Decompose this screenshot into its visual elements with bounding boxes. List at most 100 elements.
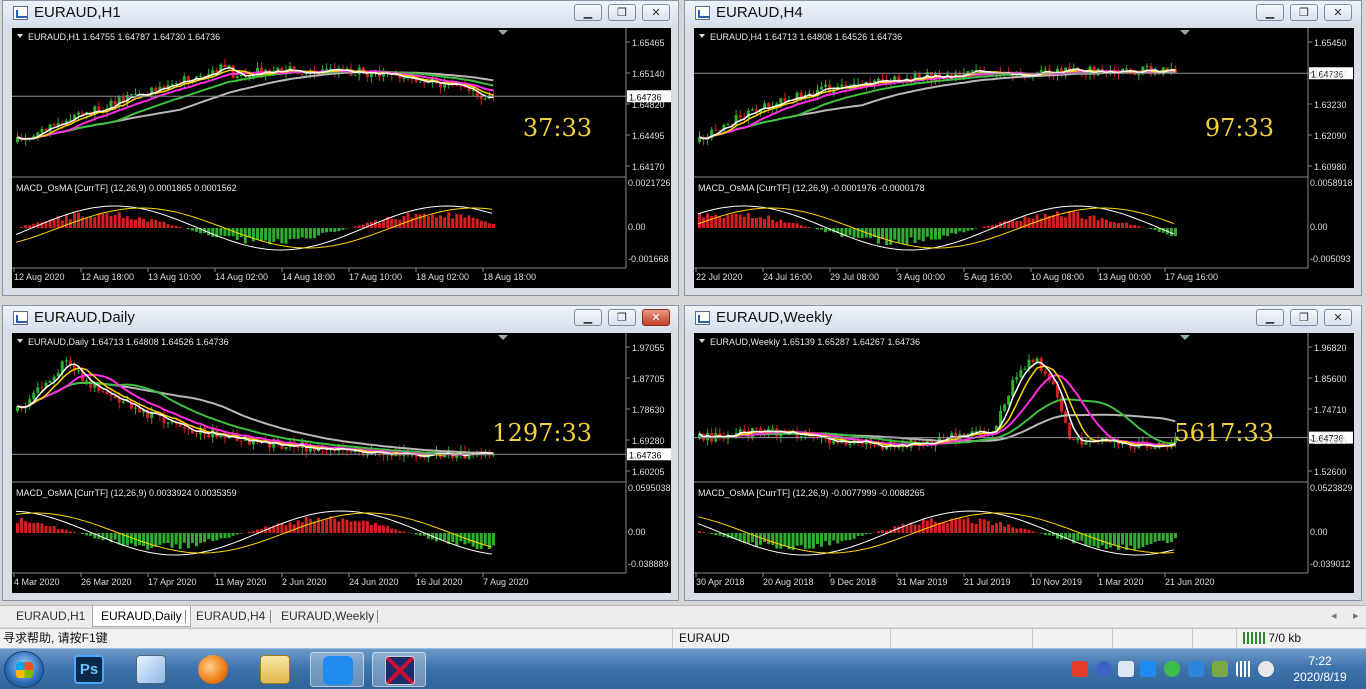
macd-histogram-bar [876, 228, 880, 244]
tab-euraud-daily[interactable]: EURAUD,Daily [92, 606, 191, 627]
chart-background [12, 28, 671, 288]
candle-body [439, 83, 443, 88]
pen-tray-icon[interactable] [1140, 661, 1156, 677]
network-icon[interactable] [1236, 661, 1252, 677]
macd-histogram-bar [251, 228, 255, 242]
restore-button[interactable]: ❐ [608, 4, 636, 21]
candle-body [897, 447, 901, 449]
macd-histogram-bar [1108, 533, 1112, 548]
chart-canvas[interactable]: 1.64736 1.97055 1.87705 1.78630 1.69280 1.602… [12, 333, 671, 593]
candle-body [1051, 380, 1055, 385]
macd-histogram-bar [1007, 524, 1011, 533]
sogou-ime-icon[interactable] [1072, 661, 1088, 677]
tab-euraud-weekly[interactable]: EURAUD,Weekly [273, 606, 382, 627]
chart-window-weekly[interactable]: EURAUD,Weekly ▁ ❐ ✕ 1.64736 1.96820 1.8560… [684, 305, 1362, 601]
macd-histogram-bar [954, 228, 958, 234]
chart-canvas[interactable]: 1.64736 1.65465 1.65140 1.64820 1.64495 1.641… [12, 28, 671, 288]
macd-histogram-bar [251, 531, 255, 533]
macd-histogram-bar [398, 530, 402, 533]
taskbar-metatrader[interactable] [372, 652, 426, 687]
tab-euraud-h4[interactable]: EURAUD,H4 [188, 606, 273, 627]
close-button[interactable]: ✕ [642, 309, 670, 326]
taskbar-clock[interactable]: 7:22 2020/8/19 [1280, 653, 1360, 685]
window-titlebar[interactable]: EURAUD,H1 ▁ ❐ ✕ [3, 1, 678, 25]
chart-canvas[interactable]: 1.64736 1.65450 1.64340 1.63230 1.62090 1.609… [694, 28, 1354, 288]
macd-histogram-bar [284, 228, 288, 244]
macd-histogram-bar [105, 213, 109, 228]
restore-button[interactable]: ❐ [1290, 309, 1318, 326]
start-button-icon[interactable] [4, 651, 44, 688]
macd-histogram-bar [475, 218, 479, 228]
time-tick-label: 17 Aug 16:00 [1165, 272, 1218, 282]
chart-window-daily[interactable]: EURAUD,Daily ▁ ❐ ✕ 1.64736 1.97055 1.87705… [2, 305, 679, 601]
chart-window-h4[interactable]: EURAUD,H4 ▁ ❐ ✕ 1.64736 1.65450 1.64340 1.6… [684, 0, 1362, 296]
candle-body [1084, 442, 1088, 445]
candle-body [1031, 359, 1035, 363]
chart-window-h1[interactable]: EURAUD,H1 ▁ ❐ ✕ 1.64736 1.65465 1.65140 1.6… [2, 0, 679, 296]
taskbar-browser[interactable] [186, 652, 240, 687]
chart-canvas[interactable]: 1.64736 1.96820 1.85600 1.74710 1.63490 1.526… [694, 333, 1354, 593]
candle-body [353, 74, 357, 76]
macd-histogram-bar [807, 227, 811, 228]
window-titlebar[interactable]: EURAUD,H4 ▁ ❐ ✕ [685, 1, 1361, 25]
macd-histogram-bar [361, 520, 365, 533]
tab-scroll-left-icon[interactable]: ◂ [1331, 609, 1337, 622]
macd-histogram-bar [239, 228, 243, 238]
wechat-tray-icon[interactable] [1164, 661, 1180, 677]
time-tick-label: 13 Aug 00:00 [1098, 272, 1151, 282]
connection-status[interactable]: 7/0 kb [1236, 629, 1366, 648]
time-tick-label: 3 Aug 00:00 [897, 272, 945, 282]
macd-histogram-bar [978, 518, 982, 533]
close-button[interactable]: ✕ [1324, 309, 1352, 326]
macd-histogram-bar [1023, 528, 1027, 533]
candle-body [32, 392, 36, 400]
volume-icon[interactable] [1258, 661, 1274, 677]
macd-histogram-bar [256, 228, 259, 240]
status-bar: 寻求帮助, 请按F1键 EURAUD 7/0 kb [0, 628, 1366, 648]
price-tick-label: 1.60980 [1314, 162, 1347, 172]
tab-scroll-right-icon[interactable]: ▸ [1353, 609, 1359, 622]
shield-icon[interactable] [1188, 661, 1204, 677]
macd-histogram-bar [414, 214, 418, 228]
macd-histogram-bar [783, 222, 787, 228]
macd-histogram-bar [410, 217, 414, 228]
keyboard-tray-icon[interactable] [1118, 661, 1134, 677]
macd-header-text: MACD_OsMA [CurrTF] (12,26,9) 0.0001865 0… [16, 183, 237, 193]
help-tray-icon[interactable] [1096, 661, 1112, 677]
candle-body [170, 84, 174, 86]
taskbar-photoshop[interactable]: Ps [62, 652, 116, 687]
price-tick-label: 1.69280 [632, 436, 665, 446]
window-titlebar[interactable]: EURAUD,Daily ▁ ❐ ✕ [3, 306, 678, 330]
taskbar-pen-app[interactable] [310, 652, 364, 687]
macd-histogram-bar [726, 215, 730, 228]
macd-histogram-bar [811, 533, 815, 549]
close-button[interactable]: ✕ [1324, 4, 1352, 21]
taskbar-paint[interactable] [124, 652, 178, 687]
macd-histogram-bar [138, 217, 142, 228]
minimize-button[interactable]: ▁ [1256, 309, 1284, 326]
macd-histogram-bar [443, 533, 447, 541]
macd-histogram-bar [1112, 533, 1116, 546]
close-button[interactable]: ✕ [642, 4, 670, 21]
window-titlebar[interactable]: EURAUD,Weekly ▁ ❐ ✕ [685, 306, 1361, 330]
minimize-button[interactable]: ▁ [574, 309, 602, 326]
candle-body [754, 428, 758, 430]
macd-histogram-bar [1019, 528, 1023, 533]
time-tick-label: 18 Aug 02:00 [416, 272, 469, 282]
macd-histogram-bar [799, 533, 803, 546]
minimize-button[interactable]: ▁ [1256, 4, 1284, 21]
minimize-button[interactable]: ▁ [574, 4, 602, 21]
restore-button[interactable]: ❐ [1290, 4, 1318, 21]
macd-histogram-bar [722, 217, 726, 228]
security-tray-icon[interactable] [1212, 661, 1228, 677]
macd-histogram-bar [950, 518, 954, 533]
taskbar-file-explorer[interactable] [248, 652, 302, 687]
bar-countdown-timer: 97:33 [1205, 114, 1274, 142]
chart-window-icon [13, 311, 28, 325]
tab-euraud-h1[interactable]: EURAUD,H1 [8, 606, 93, 627]
macd-histogram-bar [174, 225, 178, 228]
restore-button[interactable]: ❐ [608, 309, 636, 326]
status-cell [1112, 629, 1192, 648]
macd-histogram-bar [734, 213, 738, 228]
macd-histogram-bar [860, 228, 864, 238]
